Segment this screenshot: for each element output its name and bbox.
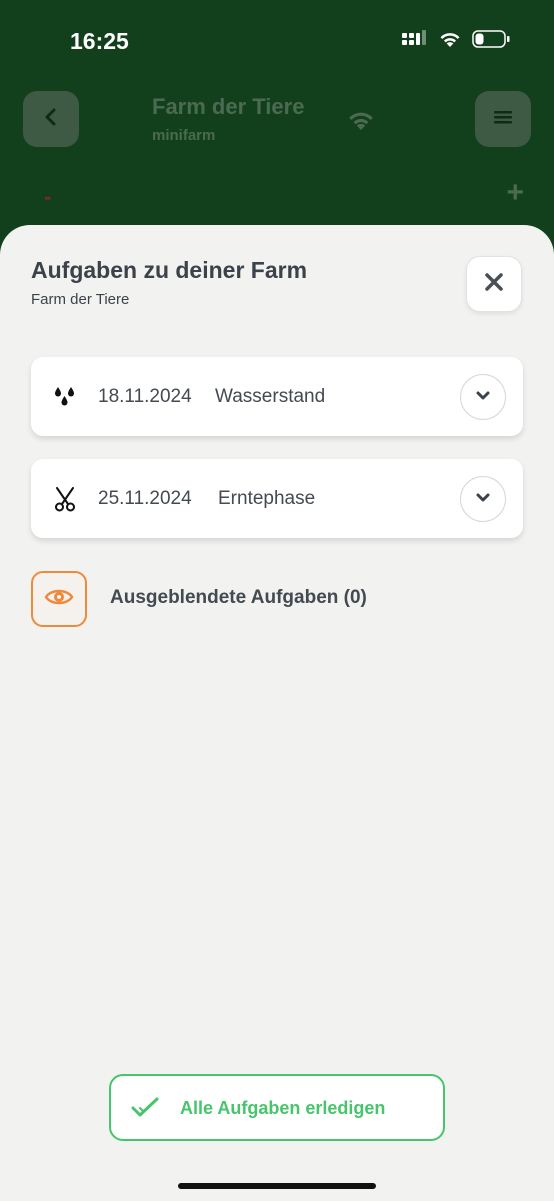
expand-button[interactable] <box>460 476 506 522</box>
task-name: Erntephase <box>218 488 316 509</box>
wifi-icon <box>438 30 462 53</box>
task-date: 25.11.2024 <box>98 488 192 509</box>
task-date: 18.11.2024 <box>98 386 192 407</box>
close-icon <box>484 272 504 297</box>
back-icon <box>44 108 58 131</box>
home-indicator[interactable] <box>178 1183 376 1189</box>
background-header: Farm der Tiere minifarm - + <box>0 84 554 244</box>
menu-icon <box>493 109 513 130</box>
back-button[interactable] <box>23 91 79 147</box>
check-icon <box>131 1096 159 1123</box>
farm-subtitle: minifarm <box>152 127 216 144</box>
eye-icon <box>44 587 74 612</box>
sheet-subtitle: Farm der Tiere <box>31 291 130 308</box>
cellular-signal-icon <box>402 30 428 53</box>
chevron-down-icon <box>475 490 491 508</box>
menu-button[interactable] <box>475 91 531 147</box>
water-drops-icon <box>51 383 79 411</box>
status-icons <box>402 30 510 53</box>
hidden-tasks-label: Ausgeblendete Aufgaben (0) <box>110 587 367 608</box>
chevron-down-icon <box>475 388 491 406</box>
status-bar: 16:25 <box>0 0 554 84</box>
sheet-title: Aufgaben zu deiner Farm <box>31 257 308 283</box>
tasks-sheet: Aufgaben zu deiner Farm Farm der Tiere 1… <box>0 225 554 1201</box>
expand-button[interactable] <box>460 374 506 420</box>
battery-icon <box>472 30 510 53</box>
complete-all-label: Alle Aufgaben erledigen <box>180 1098 386 1118</box>
scissors-icon <box>51 485 79 513</box>
increase-button[interactable]: + <box>506 176 524 210</box>
decrease-button[interactable]: - <box>44 184 51 210</box>
close-button[interactable] <box>466 256 522 312</box>
farm-title: Farm der Tiere <box>152 94 305 119</box>
status-time: 16:25 <box>70 28 129 54</box>
task-name: Wasserstand <box>215 386 326 407</box>
task-card[interactable]: 25.11.2024 Erntephase <box>31 459 523 538</box>
show-hidden-button[interactable] <box>31 571 87 627</box>
connection-icon <box>346 108 376 137</box>
complete-all-button[interactable]: Alle Aufgaben erledigen <box>109 1074 445 1141</box>
task-card[interactable]: 18.11.2024 Wasserstand <box>31 357 523 436</box>
hidden-tasks-row[interactable]: Ausgeblendete Aufgaben (0) <box>31 571 523 629</box>
